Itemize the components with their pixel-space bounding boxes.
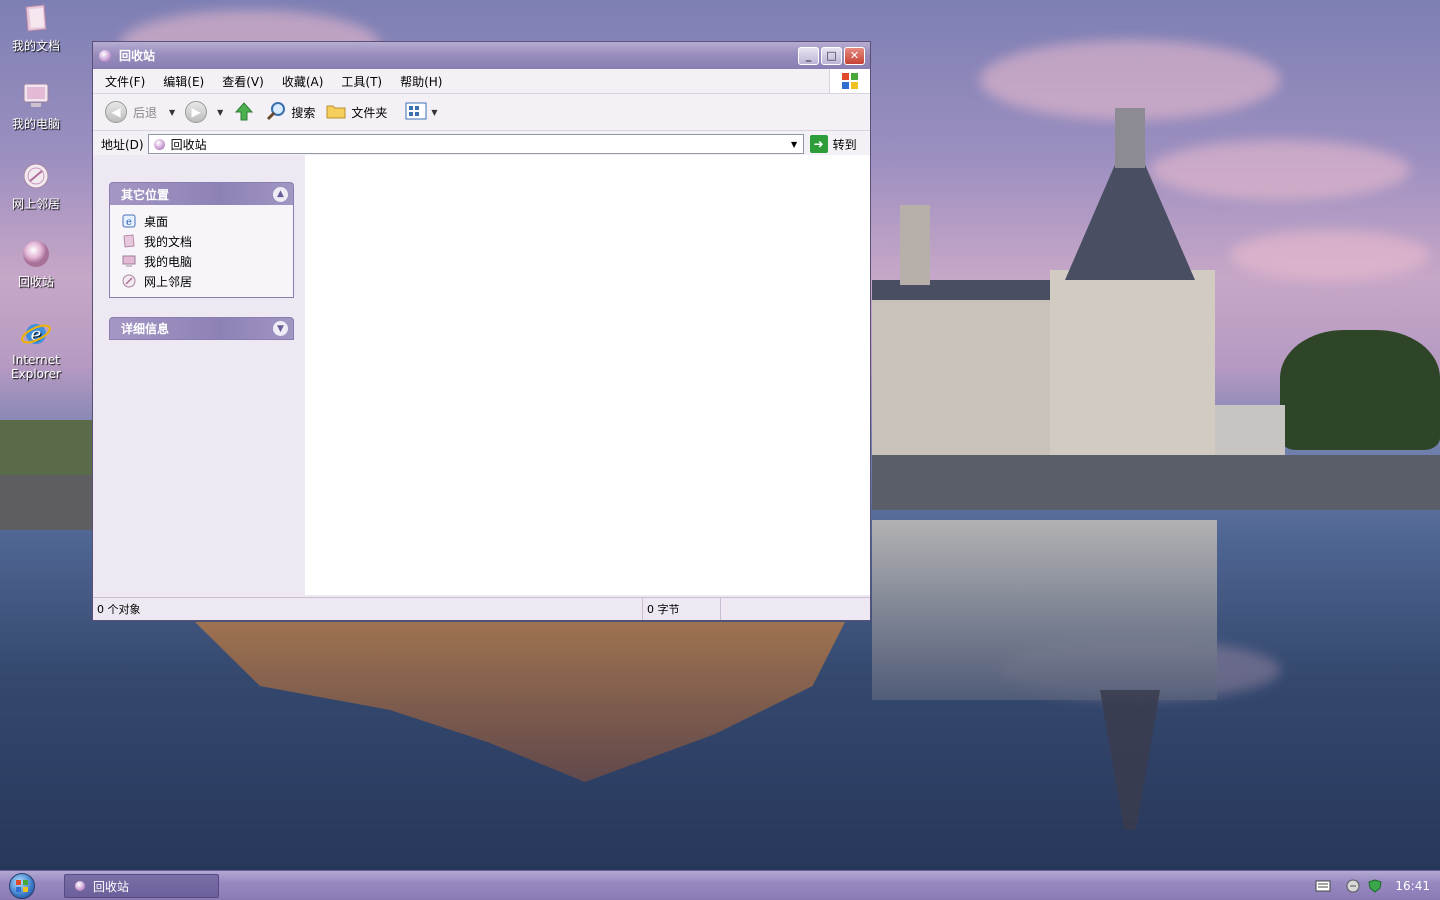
maximize-button[interactable]: □: [821, 46, 842, 65]
keyboard-icon[interactable]: [1315, 878, 1331, 894]
chevron-up-icon[interactable]: ▲: [273, 186, 288, 202]
desktop-icon-network-places[interactable]: 网上邻居: [4, 160, 68, 212]
back-label: 后退: [133, 105, 158, 120]
network-places-icon: [20, 160, 52, 192]
minimize-button[interactable]: _: [798, 46, 819, 65]
place-link-my-documents[interactable]: 我的文档: [122, 231, 293, 251]
close-button[interactable]: ✕: [844, 46, 865, 65]
other-places-header[interactable]: 其它位置 ▲: [109, 182, 294, 205]
recycle-bin-icon: [153, 138, 165, 150]
my-computer-icon: [20, 80, 52, 112]
desktop-icon-label: 我的文档: [11, 39, 60, 53]
start-button[interactable]: [9, 873, 35, 899]
folder-icon: [325, 100, 347, 125]
svg-text:e: e: [126, 217, 132, 228]
menu-tools[interactable]: 工具(T): [335, 73, 388, 90]
menu-file[interactable]: 文件(F): [99, 73, 151, 90]
network-places-icon: [122, 274, 136, 288]
toolbar: ◀ 后退 ▼ ▶ ▼ 搜索 文件夹 ▼: [93, 94, 870, 131]
back-button[interactable]: ◀ 后退 ▼: [105, 101, 175, 123]
taskbar-button-label: 回收站: [93, 879, 130, 894]
views-button[interactable]: ▼: [405, 102, 438, 123]
place-link-my-computer[interactable]: 我的电脑: [122, 251, 293, 271]
status-size: 0 字节: [643, 598, 721, 620]
task-pane: 其它位置 ▲ e 桌面 我的文档 我的电脑 网上邻居 详细信息 ▼: [93, 155, 305, 595]
system-tray: 16:41: [1315, 871, 1440, 900]
folders-button[interactable]: 文件夹: [325, 100, 387, 125]
go-button[interactable]: 转到: [833, 136, 857, 153]
taskbar-button-recycle-bin[interactable]: 回收站: [64, 874, 219, 898]
forward-button[interactable]: ▶ ▼: [185, 101, 223, 123]
menu-edit[interactable]: 编辑(E): [157, 73, 210, 90]
desktop-icon-label: 我的电脑: [11, 117, 60, 131]
place-link-network-places[interactable]: 网上邻居: [122, 271, 293, 291]
chevron-down-icon: ▼: [431, 107, 438, 117]
my-computer-icon: [122, 254, 136, 268]
chevron-down-icon: ▼: [169, 107, 176, 117]
address-value: 回收站: [170, 137, 207, 152]
desktop-icon: e: [122, 214, 136, 228]
search-icon: [265, 100, 287, 125]
forward-arrow-icon: ▶: [185, 101, 208, 123]
content-area: 其它位置 ▲ e 桌面 我的文档 我的电脑 网上邻居 详细信息 ▼: [93, 155, 870, 595]
other-places-title: 其它位置: [121, 187, 170, 202]
back-arrow-icon: ◀: [105, 101, 127, 123]
address-label: 地址(D): [101, 137, 144, 152]
go-arrow-icon[interactable]: ➜: [809, 135, 828, 153]
taskbar: 回收站 16:41: [0, 870, 1440, 900]
folder-up-icon: [233, 100, 255, 125]
windows-logo-icon: [829, 69, 870, 93]
details-panel: 详细信息 ▼: [109, 317, 294, 340]
recycle-bin-icon: [20, 238, 52, 270]
place-link-label: 桌面: [144, 214, 169, 229]
my-documents-icon: [20, 2, 52, 34]
other-places-panel: 其它位置 ▲ e 桌面 我的文档 我的电脑 网上邻居: [109, 182, 294, 298]
up-button[interactable]: [233, 100, 255, 125]
network-status-icon[interactable]: [1345, 878, 1361, 894]
menu-view[interactable]: 查看(V): [216, 73, 270, 90]
window-title: 回收站: [119, 49, 156, 63]
address-input[interactable]: 回收站 ▼: [147, 134, 804, 154]
title-bar[interactable]: 回收站 _ □ ✕: [93, 42, 870, 69]
status-bar: 0 个对象 0 字节: [93, 597, 870, 620]
desktop-icon-internet-explorer[interactable]: e Internet Explorer: [4, 318, 68, 381]
desktop-icon-label: 回收站: [17, 275, 54, 289]
explorer-window: 回收站 _ □ ✕ 文件(F) 编辑(E) 查看(V) 收藏(A) 工具(T) …: [92, 41, 871, 621]
chevron-down-icon[interactable]: ▼: [273, 321, 288, 336]
desktop-icon-label: Internet Explorer: [11, 353, 61, 381]
search-label: 搜索: [291, 105, 316, 120]
address-bar: 地址(D) 回收站 ▼ ➜ 转到: [93, 131, 870, 158]
recycle-bin-icon: [75, 881, 85, 891]
folders-label: 文件夹: [351, 105, 388, 120]
recycle-bin-icon: [99, 49, 111, 62]
views-icon: [405, 102, 427, 123]
address-dropdown-icon[interactable]: ▼: [786, 135, 803, 153]
chevron-down-icon: ▼: [217, 107, 224, 117]
my-documents-icon: [122, 234, 136, 248]
status-extra: [721, 598, 870, 620]
file-list-area[interactable]: [305, 155, 870, 595]
windows-logo-icon: [16, 880, 28, 892]
details-header[interactable]: 详细信息 ▼: [109, 317, 294, 340]
desktop-icon-label: 网上邻居: [11, 197, 60, 211]
desktop-icon-recycle-bin[interactable]: 回收站: [4, 238, 68, 290]
internet-explorer-icon: e: [20, 318, 52, 350]
security-shield-icon[interactable]: [1367, 878, 1383, 894]
menu-help[interactable]: 帮助(H): [394, 73, 448, 90]
menu-favorites[interactable]: 收藏(A): [276, 73, 330, 90]
search-button[interactable]: 搜索: [265, 100, 315, 125]
desktop-icon-my-computer[interactable]: 我的电脑: [4, 80, 68, 132]
status-object-count: 0 个对象: [93, 598, 643, 620]
desktop-icon-my-documents[interactable]: 我的文档: [4, 2, 68, 54]
clock[interactable]: 16:41: [1395, 879, 1430, 893]
place-link-label: 我的文档: [144, 234, 193, 249]
place-link-label: 网上邻居: [144, 274, 193, 289]
place-link-label: 我的电脑: [144, 254, 193, 269]
details-title: 详细信息: [121, 322, 170, 336]
place-link-desktop[interactable]: e 桌面: [122, 211, 293, 231]
menu-bar: 文件(F) 编辑(E) 查看(V) 收藏(A) 工具(T) 帮助(H): [93, 69, 870, 94]
